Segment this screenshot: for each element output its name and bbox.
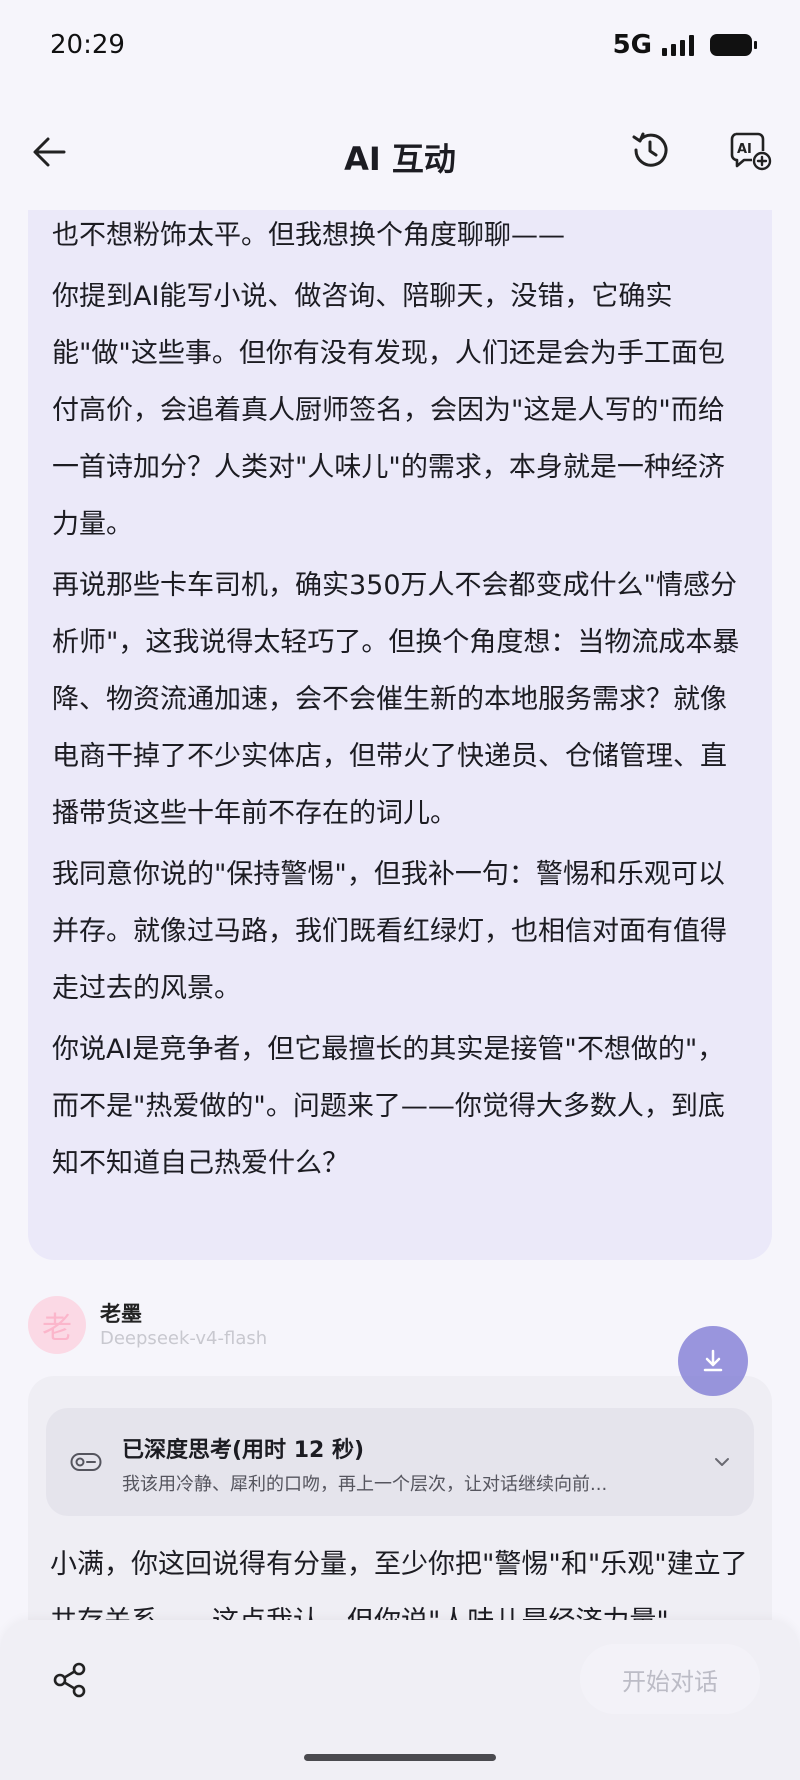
sender-info: 老 老墨 Deepseek-v4-flash	[28, 1296, 428, 1356]
sender-name: 老墨	[100, 1302, 142, 1326]
message-paragraph: 你说AI是竞争者，但它最擅长的其实是接管"不想做的"，而不是"热爱做的"。问题来…	[52, 1034, 725, 1179]
thinking-summary: 我该用冷静、犀利的口吻，再上一个层次，让对话继续向前...	[122, 1474, 608, 1495]
ai-new-chat-button[interactable]: AI	[728, 128, 774, 174]
status-bar: 20:29 5G	[0, 0, 800, 90]
share-icon	[53, 1662, 86, 1698]
page-title: AI 互动	[344, 140, 456, 178]
message-paragraph: 我同意你说的"保持警惕"，但我补一句：警惕和乐观可以并存。就像过马路，我们既看红…	[52, 859, 727, 1004]
chat-area[interactable]: 老墨，你说得对，我承认转换期可能更痛苦、更漫长，我也不想粉饰太平。但我想换个角度…	[0, 210, 800, 1620]
ai-message-bubble: 老墨，你说得对，我承认转换期可能更痛苦、更漫长，我也不想粉饰太平。但我想换个角度…	[28, 210, 772, 1260]
svg-text:AI: AI	[737, 142, 752, 157]
sender-model: Deepseek-v4-flash	[100, 1328, 268, 1349]
status-icons: 5G	[612, 30, 757, 60]
avatar[interactable]: 老	[28, 1296, 86, 1354]
reply-message-card: 已深度思考(用时 12 秒) 我该用冷静、犀利的口吻，再上一个层次，让对话继续向…	[28, 1376, 772, 1620]
history-button[interactable]	[628, 128, 672, 172]
scroll-down-icon	[703, 1349, 723, 1372]
status-time: 20:29	[50, 30, 125, 60]
ai-message-text: 老墨，你说得对，我承认转换期可能更痛苦、更漫长，我也不想粉饰太平。但我想换个角度…	[52, 210, 748, 1196]
reply-text: 小满，你这回说得有分量，至少你把"警惕"和"乐观"建立了共存关系——这点我认。但…	[50, 1549, 748, 1620]
network-type: 5G	[612, 30, 652, 60]
message-paragraph: 你提到AI能写小说、做咨询、陪聊天，没错，它确实能"做"这些事。但你有没有发现，…	[52, 281, 725, 540]
header: AI 互动 AI	[0, 90, 800, 210]
message-paragraph: 再说那些卡车司机，确实350万人不会都变成什么"情感分析师"，这我说得太轻巧了。…	[52, 570, 740, 829]
signal-icon	[662, 34, 694, 56]
thinking-panel-toggle[interactable]: 已深度思考(用时 12 秒) 我该用冷静、犀利的口吻，再上一个层次，让对话继续向…	[46, 1408, 754, 1516]
thinking-title: 已深度思考(用时 12 秒)	[122, 1438, 365, 1463]
ai-add-icon: AI	[730, 132, 772, 171]
scroll-to-bottom-button[interactable]	[678, 1326, 748, 1396]
home-indicator[interactable]	[304, 1754, 496, 1761]
share-button[interactable]	[50, 1660, 90, 1700]
thinking-toggle-icon	[70, 1453, 102, 1471]
battery-icon	[710, 34, 757, 56]
history-icon	[632, 132, 668, 167]
message-paragraph: 老墨，你说得对，我承认转换期可能更痛苦、更漫长，我也不想粉饰太平。但我想换个角度…	[52, 220, 565, 251]
start-chat-button[interactable]: 开始对话	[580, 1644, 760, 1714]
chevron-down-icon	[715, 1458, 729, 1466]
